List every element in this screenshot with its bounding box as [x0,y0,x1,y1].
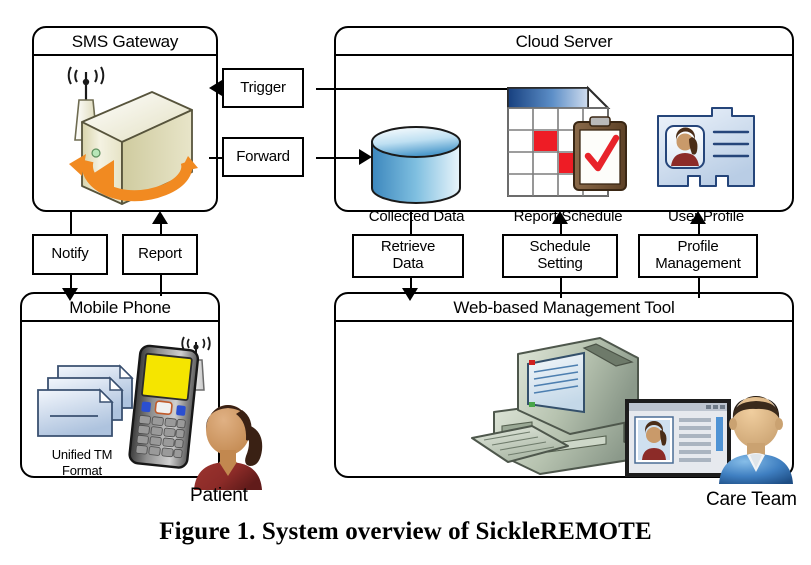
connector-label-profile-management-line1: Profile [677,238,719,256]
figure-caption: Figure 1. System overview of SickleREMOT… [159,518,652,545]
patient-label: Patient [190,485,248,506]
connector-label-schedule-setting-line1: Schedule [529,238,591,256]
arrowhead-trigger [209,80,222,96]
care-team-avatar-icon [714,388,802,484]
panel-sms-gateway-title: SMS Gateway [34,28,216,56]
arrowhead-report [152,211,168,224]
connector-label-schedule-setting-line2: Setting [537,255,583,272]
panel-mobile-phone-title: Mobile Phone [22,294,218,322]
report-schedule-caption: Report Schedule [513,208,623,225]
connector-label-retrieve-data-line2: Data [392,255,424,272]
connector-label-retrieve-data[interactable]: Retrieve Data [352,234,464,278]
connector-line-schedule-bottom [560,277,562,298]
connector-line-report-bottom [160,274,162,296]
connector-label-report-text: Report [138,245,182,263]
connector-label-forward-text: Forward [236,147,290,165]
connector-line-trigger-cloud [316,88,516,90]
arrowhead-schedule-setting [552,211,568,224]
panel-cloud-server-title: Cloud Server [336,28,792,56]
sms-gateway-server-icon [52,64,202,209]
panel-sms-gateway: SMS Gateway [32,26,218,212]
care-team-label: Care Team [706,489,797,510]
database-cylinder-icon [368,126,464,204]
connector-label-profile-management-line2: Management [655,255,741,272]
panel-sms-gateway-body [34,56,216,210]
connector-label-forward[interactable]: Forward [222,137,304,177]
user-profile-caption: User Profile [668,208,744,225]
connector-label-trigger[interactable]: Trigger [222,68,304,108]
panel-cloud-server: Cloud Server Collected Data Report Sched… [334,26,794,225]
connector-line-retrieve-top [410,211,412,235]
arrowhead-profile-management [690,211,706,224]
collected-data-caption: Collected Data [368,208,465,225]
connector-label-report[interactable]: Report [122,234,198,275]
connector-line-forward-right [316,157,361,159]
documents-stack-icon [34,364,138,450]
connector-label-notify[interactable]: Notify [32,234,108,275]
connector-line-notify-top [70,211,72,235]
connector-label-retrieve-data-line1: Retrieve [380,238,436,256]
connector-label-notify-text: Notify [51,245,89,263]
panel-cloud-server-body: Collected Data Report Schedule User Prof… [336,56,792,225]
id-card-icon [654,104,758,204]
calendar-clipboard-icon [502,84,632,206]
connector-label-trigger-text: Trigger [240,78,286,96]
figure-root: SMS Gateway Cloud Server Collected Data … [0,0,811,565]
unified-tm-format-caption-line2: Format [62,463,102,478]
arrowhead-retrieve-data [402,288,418,301]
connector-label-profile-management[interactable]: Profile Management [638,234,758,278]
unified-tm-format-caption-line1: Unified TM [51,447,113,462]
connector-label-schedule-setting[interactable]: Schedule Setting [502,234,618,278]
arrowhead-notify [62,288,78,301]
patient-avatar-icon [188,398,274,490]
connector-line-profile-bottom [698,277,700,298]
arrowhead-forward [359,149,372,165]
